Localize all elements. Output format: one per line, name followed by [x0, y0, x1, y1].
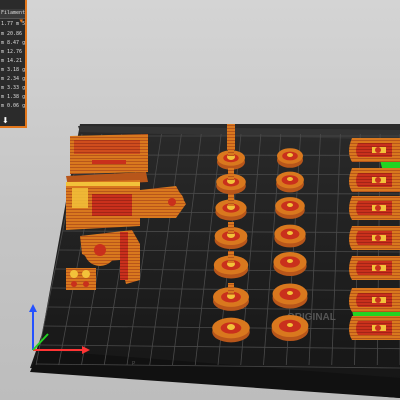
disc	[275, 197, 305, 219]
spool	[212, 317, 250, 343]
legend-header-bar[interactable]: Filament ▾	[0, 9, 26, 25]
curved-part	[349, 316, 400, 340]
disc	[277, 148, 303, 168]
legend-row: m 8.47 g	[1, 40, 26, 46]
printed-part-small-clip[interactable]	[66, 268, 96, 290]
legend-row: m 3.18 g	[1, 67, 26, 73]
legend-row: m 0.06 g	[1, 103, 26, 109]
3d-viewport[interactable]: ORIGINAL P	[0, 0, 400, 400]
curved-part	[349, 138, 400, 162]
disc	[274, 224, 306, 248]
disc	[271, 314, 309, 342]
legend-row: m 12.76 g	[1, 49, 27, 55]
legend-row: m 2.34 g	[1, 76, 26, 82]
legend-panel: Filament ▾ 1.77 m 51.64 g m 20.86 g m 8.…	[0, 0, 27, 128]
curved-part	[349, 196, 400, 220]
printed-part-stack-right[interactable]	[349, 138, 400, 340]
disc	[272, 283, 308, 309]
legend-summary: 1.77 m 51.64 g	[1, 21, 26, 27]
curved-part	[349, 288, 400, 312]
legend-row: m 3.33 g	[1, 85, 26, 91]
disc	[273, 252, 307, 276]
curved-part	[349, 256, 400, 280]
legend-row: m 14.21 g	[1, 58, 27, 64]
legend-row: m 1.38 g	[1, 94, 26, 100]
disc	[276, 171, 304, 193]
download-arrow-icon[interactable]: ⬇	[2, 117, 9, 125]
legend-header: Filament	[1, 10, 26, 16]
curved-part	[349, 168, 400, 192]
legend-row: m 20.86 g	[1, 31, 27, 37]
printed-part-block-top[interactable]	[66, 134, 148, 186]
curved-part	[349, 226, 400, 250]
